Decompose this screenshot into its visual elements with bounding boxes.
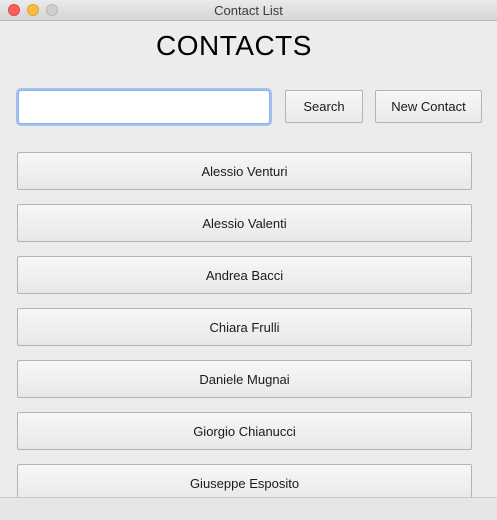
contact-item[interactable]: Alessio Valenti [17, 204, 472, 242]
contact-item[interactable]: Andrea Bacci [17, 256, 472, 294]
new-contact-button[interactable]: New Contact [375, 90, 482, 123]
contact-list: Alessio Venturi Alessio Valenti Andrea B… [0, 140, 497, 497]
contact-item[interactable]: Alessio Venturi [17, 152, 472, 190]
contact-item[interactable]: Daniele Mugnai [17, 360, 472, 398]
window-title: Contact List [214, 3, 283, 18]
search-input[interactable] [18, 90, 270, 124]
search-button[interactable]: Search [285, 90, 363, 123]
app-window: Contact List CONTACTS Search New Contact… [0, 0, 497, 520]
page-title: CONTACTS [156, 30, 312, 61]
title-bar: Contact List [0, 0, 497, 21]
contact-item[interactable]: Giuseppe Esposito [17, 464, 472, 497]
contact-item[interactable]: Chiara Frulli [17, 308, 472, 346]
status-bar [0, 498, 497, 520]
contact-item[interactable]: Giorgio Chianucci [17, 412, 472, 450]
